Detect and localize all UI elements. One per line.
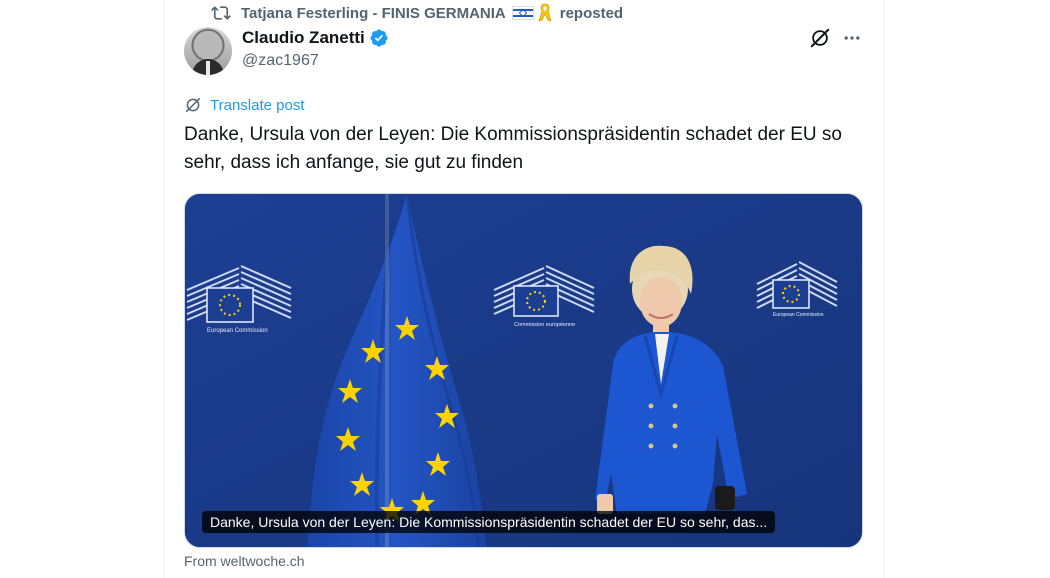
verified-badge-icon[interactable] [369, 28, 389, 48]
post-text: Danke, Ursula von der Leyen: Die Kommiss… [184, 124, 842, 173]
repost-header[interactable]: Tatjana Festerling - FINIS GERMANIA repo… [211, 2, 623, 24]
avatar[interactable] [184, 27, 232, 75]
press-photo: European Commission Commission européenn… [185, 194, 862, 547]
link-card-source[interactable]: From weltwoche.ch [184, 553, 305, 569]
timeline-left-border [164, 0, 165, 578]
link-card-caption: Danke, Ursula von der Leyen: Die Kommiss… [202, 511, 776, 533]
reposted-label: reposted [559, 4, 624, 22]
translate-post-link[interactable]: Translate post [184, 95, 305, 115]
more-icon [844, 36, 860, 40]
author-name-line: Claudio Zanetti [242, 28, 389, 48]
more-button[interactable] [840, 26, 864, 50]
translate-label: Translate post [210, 96, 305, 114]
commission-sign-text: Commission européenne [514, 322, 575, 328]
commission-sign-text: European Commission [773, 312, 824, 318]
avatar-shirt [206, 61, 210, 75]
grok-icon [810, 28, 830, 48]
commission-sign-text: European Commission [207, 328, 268, 334]
repost-user-name[interactable]: Tatjana Festerling - FINIS GERMANIA [241, 5, 506, 22]
yellow-ribbon-icon [538, 3, 552, 23]
repost-icon [211, 3, 231, 23]
translate-icon [184, 95, 204, 115]
israel-flag-icon [511, 6, 534, 20]
timeline-right-border [883, 0, 884, 578]
author-name[interactable]: Claudio Zanetti [242, 28, 365, 48]
grok-button[interactable] [808, 26, 832, 50]
link-card-image[interactable]: European Commission Commission européenn… [184, 193, 863, 548]
author-handle[interactable]: @zac1967 [242, 52, 319, 70]
